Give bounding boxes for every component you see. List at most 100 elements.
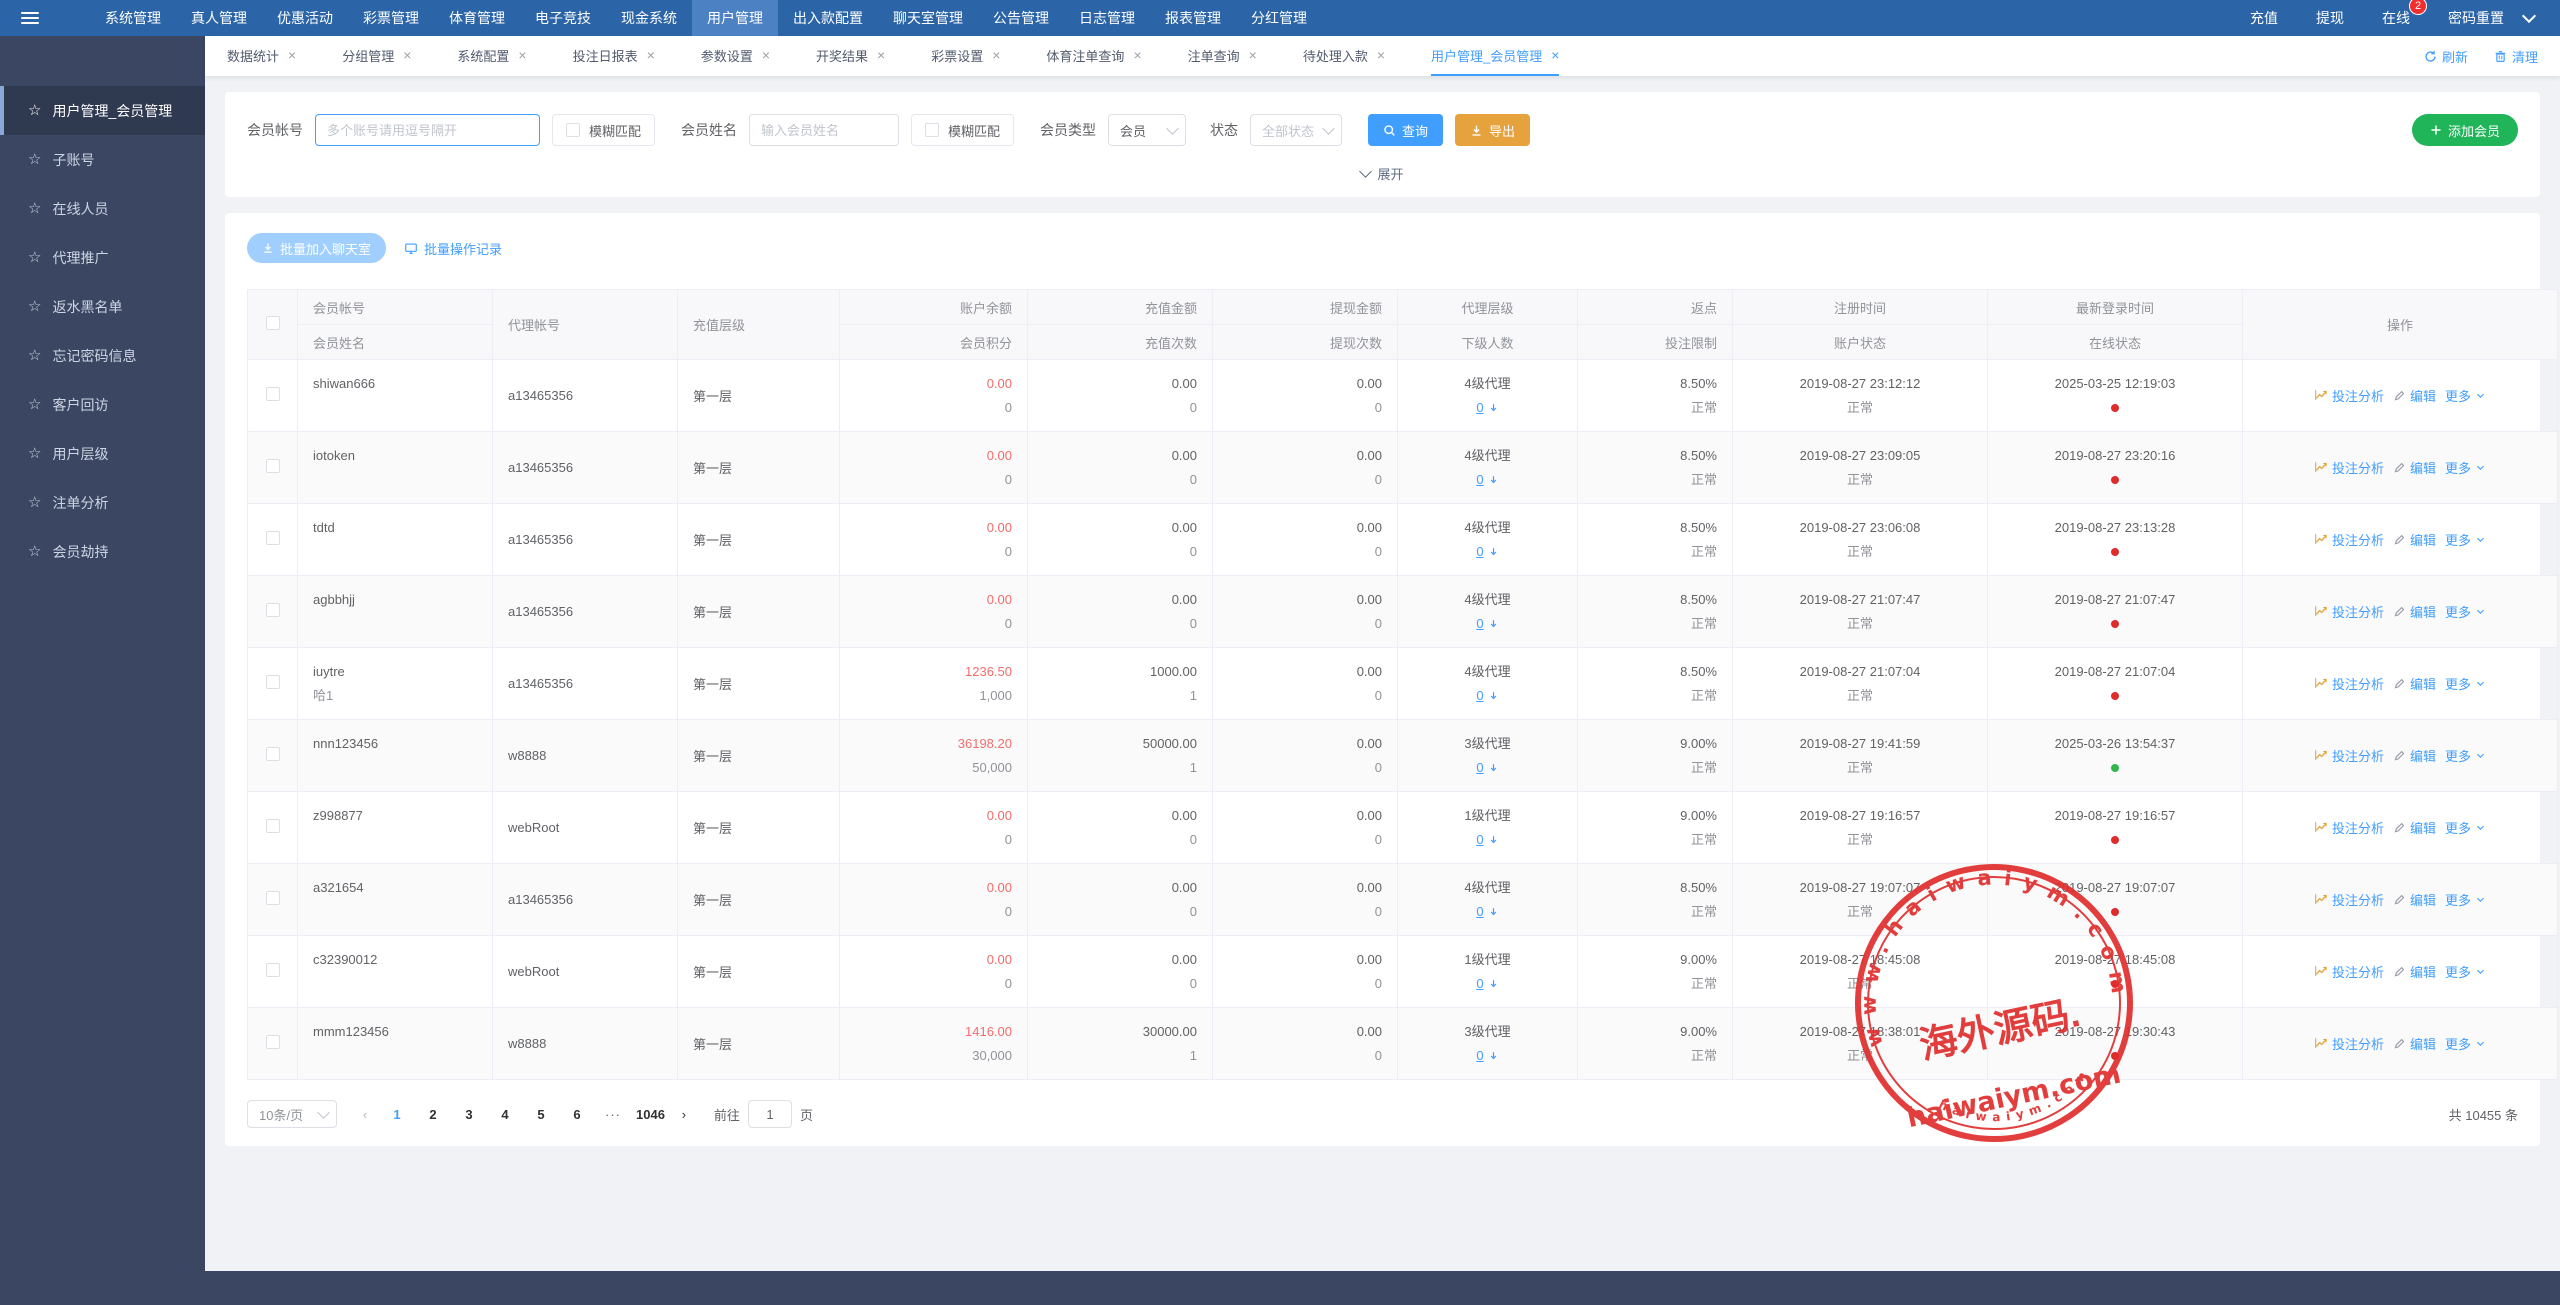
nav-recharge-link[interactable]: 充值 bbox=[2250, 8, 2278, 28]
bet-analysis-link[interactable]: 投注分析 bbox=[2314, 818, 2384, 837]
bet-analysis-link[interactable]: 投注分析 bbox=[2314, 602, 2384, 621]
nav-item[interactable]: 优惠活动 bbox=[262, 0, 348, 36]
edit-link[interactable]: 编辑 bbox=[2393, 530, 2436, 549]
edit-link[interactable]: 编辑 bbox=[2393, 602, 2436, 621]
tab[interactable]: 投注日报表 × bbox=[573, 36, 655, 76]
tab[interactable]: 开奖结果 × bbox=[816, 36, 885, 76]
nav-item[interactable]: 体育管理 bbox=[434, 0, 520, 36]
expand-toggle[interactable]: 展开 bbox=[247, 146, 2518, 197]
bet-analysis-link[interactable]: 投注分析 bbox=[2314, 746, 2384, 765]
prev-page-button[interactable]: ‹ bbox=[351, 1100, 379, 1128]
next-page-button[interactable]: › bbox=[670, 1100, 698, 1128]
edit-link[interactable]: 编辑 bbox=[2393, 458, 2436, 477]
more-link[interactable]: 更多 bbox=[2445, 674, 2486, 693]
page-number-button[interactable]: 2 bbox=[420, 1100, 446, 1128]
status-select[interactable]: 全部状态 bbox=[1250, 114, 1342, 146]
row-checkbox[interactable] bbox=[266, 819, 280, 833]
tab-close-icon[interactable]: × bbox=[518, 48, 526, 62]
edit-link[interactable]: 编辑 bbox=[2393, 1034, 2436, 1053]
export-button[interactable]: 导出 bbox=[1455, 114, 1530, 146]
clear-button[interactable]: 清理 bbox=[2494, 47, 2538, 66]
nav-item[interactable]: 系统管理 bbox=[90, 0, 176, 36]
tab-close-icon[interactable]: × bbox=[1249, 48, 1257, 62]
sidebar-item[interactable]: ☆ 子账号 bbox=[0, 135, 205, 184]
more-link[interactable]: 更多 bbox=[2445, 602, 2486, 621]
more-link[interactable]: 更多 bbox=[2445, 1034, 2486, 1053]
nav-online-link[interactable]: 在线2 bbox=[2382, 8, 2410, 28]
more-link[interactable]: 更多 bbox=[2445, 458, 2486, 477]
row-checkbox[interactable] bbox=[266, 531, 280, 545]
sidebar-item[interactable]: ☆ 忘记密码信息 bbox=[0, 331, 205, 380]
nav-item[interactable]: 日志管理 bbox=[1064, 0, 1150, 36]
fuzzy-match-checkbox-name[interactable]: 模糊匹配 bbox=[911, 114, 1014, 146]
page-number-button[interactable]: 1046 bbox=[636, 1100, 665, 1128]
tab-close-icon[interactable]: × bbox=[1377, 48, 1385, 62]
more-link[interactable]: 更多 bbox=[2445, 818, 2486, 837]
bet-analysis-link[interactable]: 投注分析 bbox=[2314, 962, 2384, 981]
batch-join-chat-button[interactable]: 批量加入聊天室 bbox=[247, 233, 386, 263]
tab-close-icon[interactable]: × bbox=[288, 48, 296, 62]
refresh-button[interactable]: 刷新 bbox=[2424, 47, 2468, 66]
tab-close-icon[interactable]: × bbox=[1133, 48, 1141, 62]
nav-item[interactable]: 分红管理 bbox=[1236, 0, 1322, 36]
tab[interactable]: 数据统计 × bbox=[227, 36, 296, 76]
tab[interactable]: 待处理入款 × bbox=[1303, 36, 1385, 76]
goto-page-input[interactable] bbox=[748, 1100, 792, 1128]
subordinates-link[interactable]: 0 bbox=[1476, 1047, 1483, 1065]
page-number-button[interactable]: ··· bbox=[600, 1100, 626, 1128]
more-link[interactable]: 更多 bbox=[2445, 962, 2486, 981]
nav-reset-password-link[interactable]: 密码重置 bbox=[2448, 8, 2504, 28]
tab[interactable]: 用户管理_会员管理 × bbox=[1431, 36, 1559, 76]
select-all-checkbox[interactable] bbox=[266, 316, 280, 330]
nav-item[interactable]: 真人管理 bbox=[176, 0, 262, 36]
sidebar-item[interactable]: ☆ 客户回访 bbox=[0, 380, 205, 429]
checkbox-icon[interactable] bbox=[566, 123, 580, 137]
sidebar-item[interactable]: ☆ 会员劫持 bbox=[0, 527, 205, 576]
subordinates-link[interactable]: 0 bbox=[1476, 831, 1483, 849]
bet-analysis-link[interactable]: 投注分析 bbox=[2314, 1034, 2384, 1053]
subordinates-link[interactable]: 0 bbox=[1476, 615, 1483, 633]
nav-item[interactable]: 电子竞技 bbox=[520, 0, 606, 36]
sidebar-item[interactable]: ☆ 注单分析 bbox=[0, 478, 205, 527]
nav-item[interactable]: 出入款配置 bbox=[778, 0, 878, 36]
member-name-input[interactable] bbox=[749, 114, 899, 146]
row-checkbox[interactable] bbox=[266, 963, 280, 977]
more-link[interactable]: 更多 bbox=[2445, 746, 2486, 765]
tab-close-icon[interactable]: × bbox=[403, 48, 411, 62]
sidebar-item[interactable]: ☆ 用户管理_会员管理 bbox=[0, 86, 205, 135]
page-number-button[interactable]: 6 bbox=[564, 1100, 590, 1128]
tab[interactable]: 注单查询 × bbox=[1188, 36, 1257, 76]
more-link[interactable]: 更多 bbox=[2445, 890, 2486, 909]
tab-close-icon[interactable]: × bbox=[762, 48, 770, 62]
bet-analysis-link[interactable]: 投注分析 bbox=[2314, 386, 2384, 405]
row-checkbox[interactable] bbox=[266, 459, 280, 473]
edit-link[interactable]: 编辑 bbox=[2393, 386, 2436, 405]
row-checkbox[interactable] bbox=[266, 1035, 280, 1049]
tab[interactable]: 分组管理 × bbox=[342, 36, 411, 76]
row-checkbox[interactable] bbox=[266, 387, 280, 401]
subordinates-link[interactable]: 0 bbox=[1476, 975, 1483, 993]
batch-operation-log-link[interactable]: 批量操作记录 bbox=[404, 239, 502, 258]
more-link[interactable]: 更多 bbox=[2445, 386, 2486, 405]
tab-close-icon[interactable]: × bbox=[877, 48, 885, 62]
row-checkbox[interactable] bbox=[266, 747, 280, 761]
member-type-select[interactable]: 会员 bbox=[1108, 114, 1186, 146]
hamburger-menu-icon[interactable] bbox=[0, 12, 60, 24]
nav-withdraw-link[interactable]: 提现 bbox=[2316, 8, 2344, 28]
bet-analysis-link[interactable]: 投注分析 bbox=[2314, 674, 2384, 693]
row-checkbox[interactable] bbox=[266, 891, 280, 905]
nav-item[interactable]: 报表管理 bbox=[1150, 0, 1236, 36]
edit-link[interactable]: 编辑 bbox=[2393, 962, 2436, 981]
nav-item[interactable]: 聊天室管理 bbox=[878, 0, 978, 36]
sidebar-item[interactable]: ☆ 返水黑名单 bbox=[0, 282, 205, 331]
page-number-button[interactable]: 1 bbox=[384, 1100, 410, 1128]
subordinates-link[interactable]: 0 bbox=[1476, 687, 1483, 705]
page-number-button[interactable]: 5 bbox=[528, 1100, 554, 1128]
tab[interactable]: 彩票设置 × bbox=[931, 36, 1000, 76]
row-checkbox[interactable] bbox=[266, 603, 280, 617]
chevron-down-icon[interactable] bbox=[2522, 9, 2536, 23]
row-checkbox[interactable] bbox=[266, 675, 280, 689]
subordinates-link[interactable]: 0 bbox=[1476, 903, 1483, 921]
sidebar-item[interactable]: ☆ 在线人员 bbox=[0, 184, 205, 233]
edit-link[interactable]: 编辑 bbox=[2393, 746, 2436, 765]
